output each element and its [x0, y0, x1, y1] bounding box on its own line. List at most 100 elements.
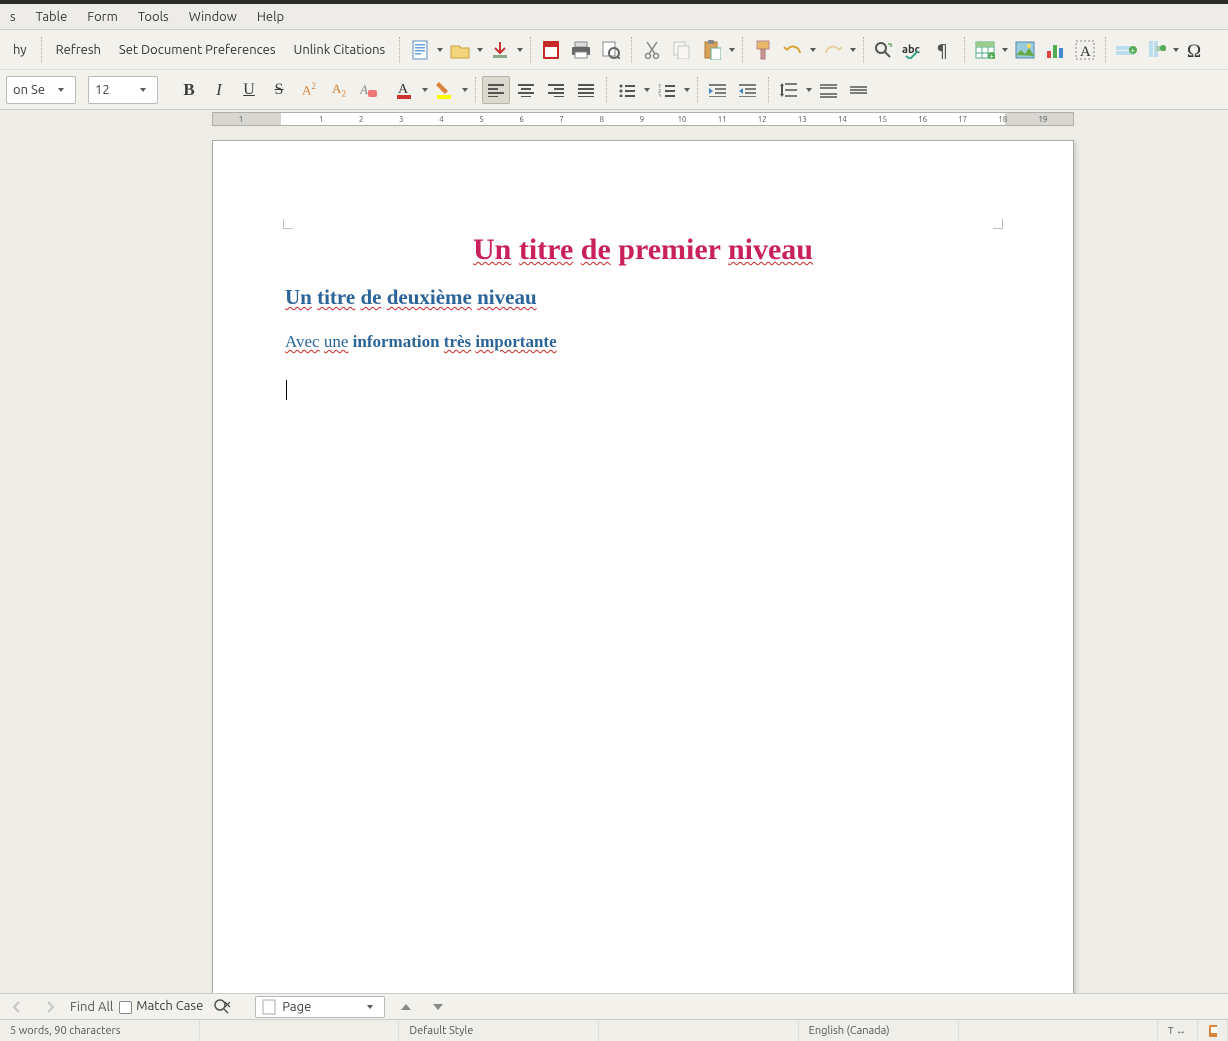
document-area[interactable]: 112345678910111213141516171819 Un titre …	[0, 110, 1228, 993]
indent-increase-icon[interactable]	[704, 76, 732, 104]
table-dropdown[interactable]	[1000, 36, 1010, 64]
numbering-dropdown[interactable]	[682, 76, 692, 104]
bullets-dropdown[interactable]	[642, 76, 652, 104]
font-size-combo[interactable]: 12	[88, 76, 158, 104]
language[interactable]: English (Canada)	[799, 1020, 959, 1041]
svg-text:Ω: Ω	[1187, 41, 1201, 59]
doc-modified-icon[interactable]	[1198, 1020, 1228, 1041]
underline-icon[interactable]: U	[235, 76, 263, 104]
open-dropdown[interactable]	[475, 36, 485, 64]
horizontal-ruler[interactable]: 112345678910111213141516171819	[0, 110, 1228, 128]
clear-format-icon[interactable]: A	[355, 76, 383, 104]
find-replace-icon[interactable]	[870, 36, 898, 64]
print-preview-icon[interactable]	[597, 36, 625, 64]
menu-table[interactable]: Table	[26, 6, 78, 28]
text-cursor-line[interactable]	[285, 380, 1001, 401]
redo-icon[interactable]	[819, 36, 847, 64]
menu-tools[interactable]: Tools	[128, 6, 179, 28]
heading-2[interactable]: Un titre de deuxième niveau	[285, 285, 1001, 310]
subscript-icon[interactable]: A2	[325, 76, 353, 104]
new-doc-dropdown[interactable]	[435, 36, 445, 64]
align-justify-icon[interactable]	[572, 76, 600, 104]
heading-1[interactable]: Un titre de premier niveau	[285, 233, 1001, 267]
menu-help[interactable]: Help	[247, 6, 294, 28]
insert-col-dropdown[interactable]	[1171, 36, 1181, 64]
highlight-icon[interactable]	[431, 76, 459, 104]
align-right-icon[interactable]	[542, 76, 570, 104]
paste-icon[interactable]	[698, 36, 726, 64]
zotero-btn[interactable]: hy	[5, 36, 35, 64]
line-spacing-icon[interactable]	[775, 76, 803, 104]
menubar[interactable]: sTableFormToolsWindowHelp	[0, 4, 1228, 30]
open-icon[interactable]	[446, 36, 474, 64]
svg-text:¶: ¶	[937, 41, 948, 59]
save-dropdown[interactable]	[515, 36, 525, 64]
undo-dropdown[interactable]	[808, 36, 818, 64]
paragraph-style-combo[interactable]: on Se	[6, 76, 76, 104]
find-prev-icon[interactable]	[7, 995, 31, 1019]
print-icon[interactable]	[567, 36, 595, 64]
nav-combo[interactable]: Page	[255, 996, 385, 1018]
indent-decrease-icon[interactable]	[734, 76, 762, 104]
find-next-icon[interactable]	[39, 995, 63, 1019]
bold-icon[interactable]: B	[175, 76, 203, 104]
paste-dropdown[interactable]	[727, 36, 737, 64]
font-color-dropdown[interactable]	[420, 76, 430, 104]
svg-text:+: +	[990, 52, 995, 59]
nav-up-icon[interactable]	[394, 995, 418, 1019]
clone-format-icon[interactable]	[749, 36, 777, 64]
margin-marker	[993, 219, 1003, 229]
line-spacing-dropdown[interactable]	[804, 76, 814, 104]
numbering-icon[interactable]: 123	[653, 76, 681, 104]
insert-row-icon[interactable]: +	[1112, 36, 1140, 64]
heading-3[interactable]: Avec une information très importante	[285, 332, 1001, 352]
table-icon[interactable]: +	[971, 36, 999, 64]
word-count[interactable]: 5 words, 90 characters	[0, 1020, 200, 1041]
align-center-icon[interactable]	[512, 76, 540, 104]
image-icon[interactable]	[1011, 36, 1039, 64]
pdf-icon[interactable]	[537, 36, 565, 64]
pilcrow-icon[interactable]: ¶	[930, 36, 958, 64]
para-space-increase-icon[interactable]	[815, 76, 843, 104]
menu-window[interactable]: Window	[179, 6, 247, 28]
find-toolbar: Find All Match Case Page	[0, 993, 1228, 1019]
menu-form[interactable]: Form	[77, 6, 128, 28]
page-style[interactable]: Default Style	[399, 1020, 599, 1041]
new-doc-icon[interactable]	[406, 36, 434, 64]
refresh-btn[interactable]: Refresh	[48, 36, 109, 64]
page[interactable]: Un titre de premier niveau Un titre de d…	[212, 140, 1074, 993]
cut-icon[interactable]	[638, 36, 666, 64]
save-icon[interactable]	[486, 36, 514, 64]
svg-text:A: A	[1080, 44, 1091, 60]
undo-icon[interactable]	[779, 36, 807, 64]
copy-icon[interactable]	[668, 36, 696, 64]
highlight-dropdown[interactable]	[460, 76, 470, 104]
italic-icon[interactable]: I	[205, 76, 233, 104]
bullets-icon[interactable]	[613, 76, 641, 104]
align-left-icon[interactable]	[482, 76, 510, 104]
svg-text:A: A	[398, 82, 409, 97]
insert-mode[interactable]: T ↔	[1158, 1020, 1198, 1041]
strikethrough-icon[interactable]: S	[265, 76, 293, 104]
para-space-decrease-icon[interactable]	[845, 76, 873, 104]
close-find-icon[interactable]	[210, 995, 234, 1019]
set-doc-prefs-btn[interactable]: Set Document Preferences	[111, 36, 284, 64]
redo-dropdown[interactable]	[848, 36, 858, 64]
omega-icon[interactable]: Ω	[1182, 36, 1210, 64]
match-case-checkbox[interactable]: Match Case	[119, 999, 203, 1013]
svg-text:A: A	[360, 82, 368, 97]
nav-down-icon[interactable]	[426, 995, 450, 1019]
textbox-icon[interactable]: A	[1071, 36, 1099, 64]
chart-icon[interactable]	[1041, 36, 1069, 64]
page-icon	[262, 999, 276, 1015]
spellcheck-icon[interactable]: abc	[900, 36, 928, 64]
menu-s[interactable]: s	[0, 6, 26, 28]
unlink-citations-btn[interactable]: Unlink Citations	[285, 36, 393, 64]
insert-col-icon[interactable]	[1142, 36, 1170, 64]
standard-toolbar: hy Refresh Set Document Preferences Unli…	[0, 30, 1228, 70]
superscript-icon[interactable]: A2	[295, 76, 323, 104]
svg-text:abc: abc	[902, 44, 921, 56]
svg-text:+: +	[1131, 46, 1136, 55]
font-color-icon[interactable]: A	[391, 76, 419, 104]
find-all-btn[interactable]: Find All	[70, 1000, 113, 1014]
